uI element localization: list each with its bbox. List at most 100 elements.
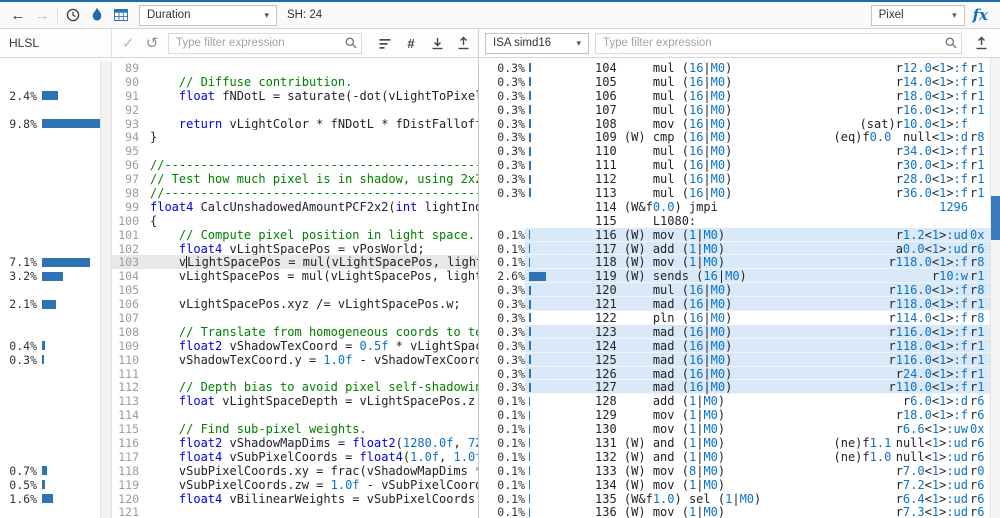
line-numbers-icon[interactable]: # [398,31,424,55]
hlsl-heat-gutter-cell [0,61,100,75]
isa-row[interactable]: 0.3%104 mul (16|M0)r12.0<1>:fr1 [479,61,990,75]
duration-dropdown[interactable]: Duration ▾ [139,5,277,26]
forward-button[interactable]: → [30,3,54,27]
undo-icon[interactable]: ↺ [140,31,164,55]
isa-row[interactable]: 0.3%124 mad (16|M0)r118.0<1>:fr1 [479,339,990,353]
hlsl-line[interactable]: 97// Test how much pixel is in shadow, u… [0,172,478,186]
isa-instruction: 113 mul (16|M0) [595,186,896,200]
table-view-icon[interactable] [109,3,133,27]
isa-scrollbar-thumb[interactable] [991,196,1000,240]
hlsl-line[interactable]: 0.7%118 vSubPixelCoords.xy = frac(vShado… [0,464,478,478]
isa-row[interactable]: 0.3%107 mul (16|M0)r16.0<1>:fr1 [479,103,990,117]
fx-functions-icon[interactable]: fx [973,6,988,24]
shader-stage-dropdown[interactable]: Pixel ▾ [871,5,965,26]
isa-destination-operand: r7.3<1>:ud [896,505,968,518]
isa-row[interactable]: 0.1%129 mov (1|M0)r18.0<1>:fr6 [479,408,990,422]
isa-row[interactable]: 115 L1080: [479,214,990,228]
isa-row[interactable]: 0.1%130 mov (1|M0)r6.6<1>:uw0x [479,422,990,436]
hlsl-line[interactable]: 99float4 CalcUnshadowedAmountPCF2x2(int … [0,200,478,214]
hlsl-line[interactable]: 96//------------------------------------… [0,158,478,172]
hlsl-line[interactable]: 112 // Depth bias to avoid pixel self-sh… [0,380,478,394]
isa-row[interactable]: 0.3%112 mul (16|M0)r28.0<1>:fr1 [479,172,990,186]
isa-row[interactable]: 114 (W&f0.0) jmpi1296 [479,200,990,214]
download-icon[interactable] [424,31,450,55]
history-clock-icon[interactable] [61,3,85,27]
hlsl-line[interactable]: 114 [0,408,478,422]
back-button[interactable]: ← [6,3,30,27]
isa-row[interactable]: 0.3%125 mad (16|M0)r116.0<1>:fr1 [479,353,990,367]
isa-row[interactable]: 0.1%128 add (1|M0)r6.0<1>:dr6 [479,394,990,408]
hlsl-line[interactable]: 0.4%109 float2 vShadowTexCoord = 0.5f * … [0,339,478,353]
hlsl-line[interactable]: 101 // Compute pixel position in light s… [0,228,478,242]
isa-row[interactable]: 0.3%113 mul (16|M0)r36.0<1>:fr1 [479,186,990,200]
isa-row[interactable]: 0.3%122 pln (16|M0)r114.0<1>:fr8 [479,311,990,325]
isa-row[interactable]: 0.3%110 mul (16|M0)r34.0<1>:fr1 [479,144,990,158]
hlsl-line[interactable]: 117 float4 vSubPixelCoords = float4(1.0f… [0,450,478,464]
hlsl-line[interactable]: 98//------------------------------------… [0,186,478,200]
isa-export-icon[interactable] [968,31,994,55]
hlsl-heat-bar [42,119,108,128]
isa-row[interactable]: 0.1%118 (W) mov (1|M0)r118.0<1>:fr8 [479,255,990,269]
hlsl-line[interactable]: 2.4%91 float fNDotL = saturate(-dot(vLig… [0,89,478,103]
export-icon[interactable] [450,31,476,55]
hlsl-line[interactable]: 90 // Diffuse contribution. [0,75,478,89]
isa-row[interactable]: 0.3%120 mul (16|M0)r116.0<1>:fr8 [479,283,990,297]
hlsl-line[interactable]: 9.8%93 return vLightColor * fNDotL * fDi… [0,117,478,131]
isa-row[interactable]: 0.3%106 mul (16|M0)r18.0<1>:fr1 [479,89,990,103]
line-number: 99 [112,200,146,214]
isa-row[interactable]: 0.1%136 (W) mov (1|M0)r7.3<1>:udr6 [479,506,990,518]
isa-row[interactable]: 0.3%111 mul (16|M0)r30.0<1>:fr1 [479,158,990,172]
isa-row[interactable]: 0.1%116 (W) mov (1|M0)r1.2<1>:ud0x [479,228,990,242]
hlsl-line[interactable]: 3.2%104 vLightSpacePos = mul(vLightSpace… [0,269,478,283]
hlsl-line[interactable]: 7.1%103 vLightSpacePos = mul(vLightSpace… [0,255,478,269]
isa-simd-dropdown[interactable]: ISA simd16 ▾ [485,33,589,54]
hlsl-line[interactable]: 113 float vLightSpaceDepth = vLightSpace… [0,394,478,408]
hlsl-line[interactable]: 121 [0,506,478,518]
isa-row[interactable]: 0.3%105 mul (16|M0)r14.0<1>:fr1 [479,75,990,89]
hlsl-line[interactable]: 94} [0,130,478,144]
isa-row[interactable]: 0.1%135 (W&f1.0) sel (1|M0)r6.4<1>:udr6 [479,492,990,506]
isa-row[interactable]: 0.1%133 (W) mov (8|M0)r7.0<1>:udr0 [479,464,990,478]
hlsl-line[interactable]: 111 [0,367,478,381]
hlsl-line[interactable]: 1.6%120 float4 vBilinearWeights = vSubPi… [0,492,478,506]
isa-row[interactable]: 0.3%127 mad (16|M0)r110.0<1>:fr1 [479,380,990,394]
isa-filter-input[interactable] [595,33,962,54]
hlsl-scrollbar-track-segment [100,353,112,367]
isa-row[interactable]: 0.3%121 mad (16|M0)r118.0<1>:fr1 [479,297,990,311]
isa-row[interactable]: 0.1%117 (W) add (1|M0)a0.0<1>:udr6 [479,242,990,256]
isa-pct-label: 0.3% [479,367,525,381]
hlsl-line[interactable]: 0.3%110 vShadowTexCoord.y = 1.0f - vShad… [0,353,478,367]
hotspot-flame-icon[interactable] [85,3,109,27]
hlsl-line[interactable]: 0.5%119 vSubPixelCoords.zw = 1.0f - vSub… [0,478,478,492]
search-icon [344,36,358,55]
hlsl-code-cell: 116 float2 vShadowMapDims = float2(1280.… [112,436,478,450]
isa-line-list: 0.3%104 mul (16|M0)r12.0<1>:fr10.3%105 m… [479,61,990,518]
hlsl-line[interactable]: 100{ [0,214,478,228]
hlsl-line[interactable]: 115 // Find sub-pixel weights. [0,422,478,436]
filter-sort-icon[interactable] [372,31,398,55]
isa-row[interactable]: 0.1%134 (W) mov (1|M0)r7.2<1>:udr6 [479,478,990,492]
isa-row[interactable]: 0.1%132 (W) and (1|M0) (ne)f1.0null<1>:u… [479,450,990,464]
hlsl-line[interactable]: 92 [0,103,478,117]
isa-row[interactable]: 2.6%119 (W) sends (16|M0)r10:wr1 [479,269,990,283]
isa-row[interactable]: 0.3%109 (W) cmp (16|M0) (eq)f0.0null<1>:… [479,130,990,144]
hlsl-line[interactable]: 89 [0,61,478,75]
hlsl-line[interactable]: 102 float4 vLightSpacePos = vPosWorld; [0,242,478,256]
hlsl-filter-input[interactable] [168,33,362,54]
hlsl-line[interactable]: 116 float2 vShadowMapDims = float2(1280.… [0,436,478,450]
hlsl-line[interactable]: 105 [0,283,478,297]
hlsl-line[interactable]: 108 // Translate from homogeneous coords… [0,325,478,339]
isa-row[interactable]: 0.1%131 (W) and (1|M0) (ne)f1.1null<1>:u… [479,436,990,450]
isa-scrollbar[interactable] [990,58,1000,518]
hlsl-line[interactable]: 95 [0,144,478,158]
isa-row[interactable]: 0.3%126 mad (16|M0)r24.0<1>:fr1 [479,367,990,381]
hlsl-line[interactable]: 107 [0,311,478,325]
hlsl-line[interactable]: 2.1%106 vLightSpacePos.xyz /= vLightSpac… [0,297,478,311]
hlsl-code-cell: 96//------------------------------------… [112,158,478,172]
apply-check-icon[interactable]: ✓ [116,31,140,55]
isa-row[interactable]: 0.3%108 mov (16|M0)(sat)r10.0<1>:f [479,117,990,131]
hlsl-heat-bar [42,466,47,475]
isa-pct-label: 0.1% [479,492,525,506]
hlsl-heat-gutter-cell [0,422,100,436]
isa-row[interactable]: 0.3%123 mad (16|M0)r116.0<1>:fr1 [479,325,990,339]
